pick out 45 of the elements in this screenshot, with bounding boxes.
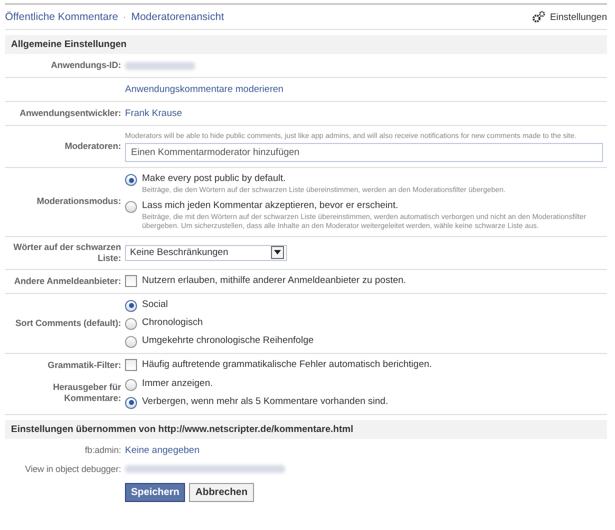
field-label: Andere Anmeldeanbieter: [14, 276, 121, 286]
field-label: Moderatoren: [64, 141, 121, 151]
link[interactable]: Anwendungskommentare moderieren [125, 84, 284, 95]
field-label: fb:admin: [84, 444, 121, 454]
link[interactable]: Keine angegeben [125, 444, 200, 456]
radio-button[interactable] [125, 174, 137, 186]
field-label: Herausgeber für Kommentare: [52, 382, 121, 403]
save-button[interactable]: Speichern [125, 482, 186, 502]
field-label: Sort Comments (default): [15, 318, 121, 328]
gear-icon [532, 11, 546, 23]
checkbox-label: Nutzern erlauben, mithilfe anderer Anmeldeanbieter zu posten. [142, 275, 406, 286]
checkbox[interactable] [125, 275, 137, 287]
cancel-button[interactable]: Abbrechen [189, 482, 254, 502]
section-header: Einstellungen übernommen von http://www.netscripter.de/kommentare.html [5, 420, 607, 438]
radio-label: Immer anzeigen. [142, 378, 213, 388]
moderator-input-field[interactable]: Einen Kommentarmoderator hinzufügen [125, 143, 603, 162]
caret-icon [271, 246, 284, 259]
radio-button[interactable] [125, 300, 137, 312]
radio-label: Lass mich jeden Kommentar akzeptieren, bevor er erscheint. [142, 200, 400, 210]
radio-label: Social [142, 298, 168, 310]
blacklist-dropdown[interactable]: Keine Beschränkungen [125, 244, 287, 260]
blurred-value [125, 62, 195, 70]
field-label: View in object debugger: [24, 464, 121, 474]
radio-label: Verbergen, wenn mehr als 5 Kommentare vorhanden sind. [142, 396, 388, 406]
radio-button[interactable] [125, 200, 137, 212]
field-label: Wörter auf der schwarzen Liste: [13, 242, 121, 262]
field-label: Moderationsmodus: [36, 196, 121, 206]
radio-button[interactable] [125, 318, 137, 330]
separator: · [123, 12, 126, 22]
radio-button[interactable] [125, 336, 137, 348]
field-label: Anwendungsentwickler: [20, 108, 121, 118]
breadcrumb-link[interactable]: Moderatorenansicht [131, 11, 224, 23]
checkbox[interactable] [125, 359, 137, 371]
breadcrumb-link[interactable]: Öffentliche Kommentare [5, 11, 118, 23]
radio-label: Make every post public by default. [142, 173, 287, 184]
checkbox-label: Häufig auftretende grammatikalische Fehler automatisch berichtigen. [142, 359, 432, 370]
radio-button[interactable] [125, 378, 137, 390]
field-label: Grammatik-Filter: [48, 360, 121, 370]
radio-label: Chronologisch [142, 316, 203, 328]
radio-button[interactable] [125, 396, 137, 408]
radio-label: Umgekehrte chronologische Reihenfolge [142, 334, 314, 346]
link[interactable]: Frank Krause [125, 108, 182, 119]
settings-link[interactable]: Einstellungen [532, 11, 607, 23]
section-header: Allgemeine Einstellungen [5, 35, 607, 54]
field-label: Anwendungs-ID: [50, 60, 121, 70]
